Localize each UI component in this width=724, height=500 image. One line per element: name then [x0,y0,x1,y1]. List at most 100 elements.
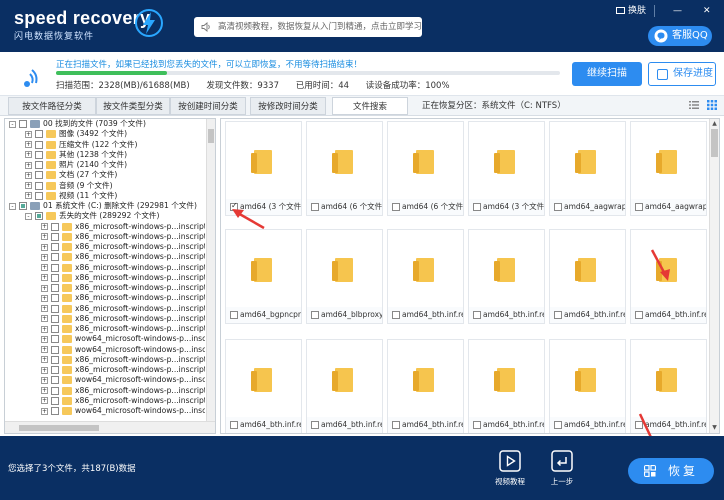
file-thumbnail[interactable] [631,230,706,307]
expand-icon[interactable]: + [25,171,32,179]
file-thumbnail[interactable] [226,230,301,307]
file-card[interactable]: amd64_bth.inf.re... [387,339,464,433]
file-checkbox[interactable] [554,311,562,319]
file-checkbox[interactable] [635,311,643,319]
file-checkbox[interactable] [230,201,238,211]
expand-icon[interactable]: + [41,294,48,302]
tree-checkbox[interactable] [51,335,59,344]
tree-checkbox[interactable] [51,396,59,405]
tree-row[interactable]: - 00 找到的文件 (7039 个文件) [5,119,207,129]
grid-scroll-thumb[interactable] [711,129,718,157]
tree-checkbox[interactable] [51,304,59,313]
recover-button[interactable]: 恢复 [628,458,714,484]
file-thumbnail[interactable] [307,340,382,417]
tree-row[interactable]: + 压缩文件 (122 个文件) [5,140,207,150]
tree-checkbox[interactable] [51,273,59,282]
tree-row[interactable]: + wow64_microsoft-windows-p...inscripts.r… [5,406,207,416]
tree-row[interactable]: + wow64_microsoft-windows-p...inscripts.r… [5,375,207,385]
file-card[interactable]: amd64_bth.inf.re... [630,229,707,324]
tree-row[interactable]: + x86_microsoft-windows-p...inscripts.res… [5,273,207,283]
file-checkbox[interactable] [230,421,238,429]
tree-row[interactable]: + 视频 (11 个文件) [5,191,207,201]
tree-row[interactable]: + x86_microsoft-windows-p...inscripts.res… [5,232,207,242]
file-card[interactable]: amd64_bth.inf.re... [468,339,545,433]
tree-row[interactable]: + x86_microsoft-windows-p...inscripts.res… [5,242,207,252]
tree-horizontal-scrollbar[interactable] [5,421,215,433]
file-thumbnail[interactable] [388,340,463,417]
file-thumbnail[interactable] [631,122,706,199]
file-checkbox[interactable] [473,421,481,429]
tree-row[interactable]: + x86_microsoft-windows-p...inscripts.res… [5,355,207,365]
tree-row[interactable]: + x86_microsoft-windows-p...inscripts.res… [5,324,207,334]
file-thumbnail[interactable] [631,340,706,417]
expand-icon[interactable]: + [41,356,48,364]
file-thumbnail[interactable] [307,230,382,307]
tab-file-search[interactable]: 文件搜索 [332,97,408,115]
expand-icon[interactable]: + [41,243,48,251]
scroll-down-arrow-icon[interactable]: ▼ [710,423,719,433]
previous-step-button[interactable]: 上一步 [542,450,582,487]
save-progress-button[interactable]: 保存进度 [648,62,716,86]
tree-row[interactable]: + x86_microsoft-windows-p...inscripts.res… [5,222,207,232]
file-card[interactable]: amd64 (6 个文件) [387,121,464,216]
tree-checkbox[interactable] [51,376,59,385]
expand-icon[interactable]: + [25,161,32,169]
file-card[interactable]: amd64_bth.inf.re... [549,229,626,324]
expand-icon[interactable]: + [25,192,32,200]
expand-icon[interactable]: + [41,376,48,384]
tree-checkbox[interactable] [51,232,59,241]
scroll-up-arrow-icon[interactable]: ▲ [710,119,719,129]
tree-checkbox[interactable] [51,243,59,251]
file-checkbox[interactable] [554,421,562,429]
tab-by-modified[interactable]: 按修改时间分类 [250,97,326,115]
tree-row[interactable]: + x86_microsoft-windows-p...inscripts.res… [5,304,207,314]
expand-icon[interactable]: + [41,407,48,415]
file-checkbox[interactable] [311,203,319,211]
file-checkbox[interactable] [230,311,238,319]
file-card[interactable]: amd64_bth.inf.re... [549,339,626,433]
tree-checkbox[interactable] [35,130,43,139]
tree-checkbox[interactable] [51,366,59,374]
file-card[interactable]: amd64_bth.inf.re... [306,339,383,433]
tree-row[interactable]: + 文档 (27 个文件) [5,170,207,180]
tree-row[interactable]: + 音频 (9 个文件) [5,181,207,191]
file-checkbox[interactable] [392,421,400,429]
tree-row[interactable]: + x86_microsoft-windows-p...inscripts.res… [5,314,207,324]
tab-by-path[interactable]: 按文件路径分类 [8,97,96,115]
tree-checkbox[interactable] [35,161,43,169]
expand-icon[interactable]: + [41,274,48,282]
tree-row[interactable]: + x86_microsoft-windows-p...inscripts.res… [5,396,207,406]
tree-scroll-thumb[interactable] [208,129,214,143]
tree-checkbox[interactable] [35,212,43,221]
file-checkbox[interactable] [392,203,400,211]
tree-row[interactable]: + x86_microsoft-windows-p...inscripts.res… [5,365,207,375]
tree-checkbox[interactable] [51,355,59,364]
tree-row[interactable]: + x86_microsoft-windows-p...inscripts.res… [5,252,207,262]
tree-checkbox[interactable] [35,150,43,159]
expand-icon[interactable]: + [41,223,48,230]
tree-checkbox[interactable] [19,202,27,210]
tree-row[interactable]: + wow64_microsoft-windows-p...inscripts.r… [5,334,207,344]
file-thumbnail[interactable] [550,340,625,417]
file-card[interactable]: amd64 (6 个文件) [306,121,383,216]
file-card[interactable]: amd64 (3 个文件) [225,121,302,216]
tree-checkbox[interactable] [35,140,43,149]
tree-row[interactable]: + x86_microsoft-windows-p...inscripts.res… [5,386,207,396]
tutorial-notice-bar[interactable]: 高清视频教程，数据恢复从入门到精通，点击立即学习！ [194,17,422,37]
file-card[interactable]: amd64_blbproxy_... [306,229,383,324]
continue-scan-button[interactable]: 继续扫描 [572,62,642,86]
tree-checkbox[interactable] [35,191,43,200]
file-thumbnail[interactable] [226,122,301,199]
expand-icon[interactable]: + [41,284,48,292]
tree-checkbox[interactable] [51,294,59,303]
tree-row[interactable]: + x86_microsoft-windows-p...inscripts.res… [5,283,207,293]
list-view-icon[interactable] [688,99,700,111]
tree-row[interactable]: - 丢失的文件 (289292 个文件) [5,211,207,221]
file-card[interactable]: amd64_bth.inf.re... [630,339,707,433]
file-card[interactable]: amd64_aagwrapp... [549,121,626,216]
file-thumbnail[interactable] [226,340,301,417]
tree-vertical-scrollbar[interactable] [206,119,215,421]
tree-checkbox[interactable] [51,325,59,333]
close-button[interactable]: ✕ [703,4,711,18]
tree-checkbox[interactable] [51,222,59,231]
